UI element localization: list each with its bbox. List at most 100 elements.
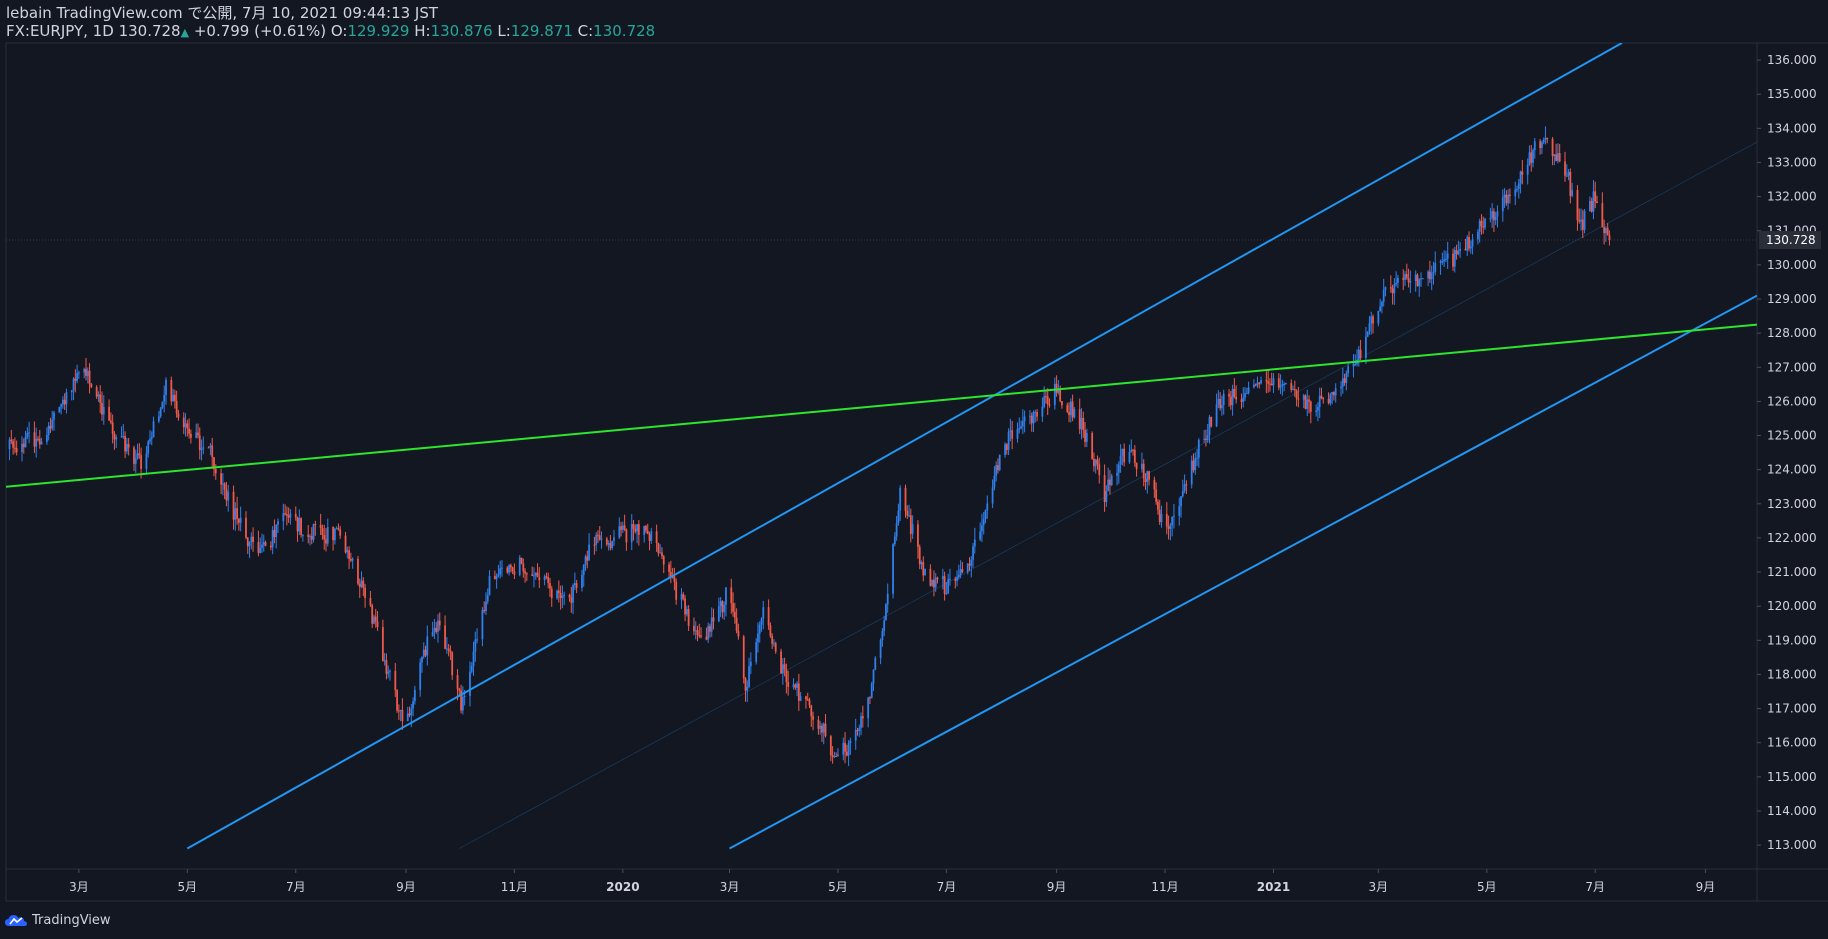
candle[interactable] <box>1370 311 1373 335</box>
candle[interactable] <box>749 652 752 675</box>
candle[interactable] <box>1029 410 1031 425</box>
candle[interactable] <box>805 695 807 709</box>
candle[interactable] <box>1334 383 1337 403</box>
candle[interactable] <box>648 531 651 551</box>
candle[interactable] <box>534 572 537 580</box>
candle[interactable] <box>438 612 441 631</box>
candle[interactable] <box>1381 300 1383 314</box>
candle[interactable] <box>1128 444 1131 464</box>
candle[interactable] <box>1592 180 1595 220</box>
candle[interactable] <box>844 732 846 764</box>
candle[interactable] <box>721 600 724 619</box>
candle[interactable] <box>858 724 861 737</box>
candle[interactable] <box>757 622 759 653</box>
candle[interactable] <box>1045 390 1047 404</box>
candle[interactable] <box>47 421 50 441</box>
candle[interactable] <box>1320 387 1323 400</box>
candle[interactable] <box>1441 252 1444 265</box>
candle[interactable] <box>995 461 998 482</box>
candle[interactable] <box>209 443 212 456</box>
candle[interactable] <box>696 625 699 642</box>
candle[interactable] <box>1452 248 1454 272</box>
candle[interactable] <box>344 531 347 554</box>
candle[interactable] <box>1130 439 1133 453</box>
candle[interactable] <box>1293 380 1296 397</box>
candle[interactable] <box>323 524 326 550</box>
candle[interactable] <box>1117 461 1120 484</box>
candle[interactable] <box>13 437 16 454</box>
candle[interactable] <box>1608 230 1611 246</box>
candle[interactable] <box>236 496 238 525</box>
candle[interactable] <box>72 377 75 400</box>
candle[interactable] <box>1109 470 1111 495</box>
candle[interactable] <box>186 419 189 437</box>
candle[interactable] <box>277 518 279 533</box>
candle[interactable] <box>45 427 48 445</box>
price-chart[interactable]: 113.000 114.000 115.000 116.000 117.000 118.0… <box>0 0 1828 939</box>
candle[interactable] <box>408 706 411 718</box>
candle[interactable] <box>933 570 935 597</box>
candle[interactable] <box>111 414 114 444</box>
candle[interactable] <box>1464 238 1467 251</box>
candle[interactable] <box>1215 393 1218 428</box>
candle[interactable] <box>682 592 685 601</box>
candle[interactable] <box>643 525 646 543</box>
candle[interactable] <box>335 526 338 530</box>
candle[interactable] <box>1581 209 1584 239</box>
candle[interactable] <box>1365 326 1367 365</box>
candle[interactable] <box>394 663 397 697</box>
candle[interactable] <box>101 391 103 421</box>
candle[interactable] <box>572 583 574 615</box>
candle[interactable] <box>275 524 278 549</box>
candle[interactable] <box>24 430 27 448</box>
candle[interactable] <box>483 601 486 614</box>
candle[interactable] <box>837 748 839 757</box>
candle[interactable] <box>582 563 585 587</box>
candle[interactable] <box>1023 410 1026 433</box>
candle[interactable] <box>531 566 534 577</box>
candle[interactable] <box>360 571 363 589</box>
candle[interactable] <box>584 554 587 571</box>
candle[interactable] <box>1389 275 1392 293</box>
candle[interactable] <box>998 454 1001 472</box>
candle[interactable] <box>1397 274 1399 289</box>
candle[interactable] <box>1519 170 1522 194</box>
candle[interactable] <box>1046 388 1049 415</box>
candle[interactable] <box>812 711 814 731</box>
channel-lower[interactable] <box>729 294 1757 850</box>
candle[interactable] <box>1231 384 1234 416</box>
candle[interactable] <box>993 466 996 491</box>
candle[interactable] <box>1542 137 1545 145</box>
candle[interactable] <box>595 532 598 552</box>
candle[interactable] <box>1569 168 1572 204</box>
candle[interactable] <box>1167 515 1170 540</box>
candle[interactable] <box>821 723 823 742</box>
candle[interactable] <box>387 665 390 679</box>
candle[interactable] <box>1057 379 1060 395</box>
candle[interactable] <box>399 709 402 722</box>
candle[interactable] <box>1345 370 1348 391</box>
candle[interactable] <box>931 579 934 587</box>
candle[interactable] <box>842 737 845 761</box>
candle[interactable] <box>1180 496 1182 518</box>
candle[interactable] <box>808 697 811 709</box>
candle[interactable] <box>673 567 676 591</box>
candle[interactable] <box>1494 211 1497 225</box>
candle[interactable] <box>1509 188 1511 204</box>
candle[interactable] <box>1078 398 1081 435</box>
candle[interactable] <box>625 528 628 551</box>
candle[interactable] <box>973 527 976 554</box>
candle[interactable] <box>1309 400 1312 424</box>
candle[interactable] <box>1356 349 1358 367</box>
drawings[interactable] <box>6 43 1757 850</box>
candle[interactable] <box>287 507 290 523</box>
candle[interactable] <box>1270 372 1273 386</box>
candle[interactable] <box>536 563 539 578</box>
candle[interactable] <box>559 585 562 610</box>
candle[interactable] <box>76 364 79 384</box>
symbol-label[interactable]: FX:EURJPY, 1D <box>6 22 114 40</box>
candle[interactable] <box>1409 270 1412 293</box>
candle[interactable] <box>1404 271 1406 287</box>
candle[interactable] <box>172 388 175 402</box>
candle[interactable] <box>373 614 375 625</box>
